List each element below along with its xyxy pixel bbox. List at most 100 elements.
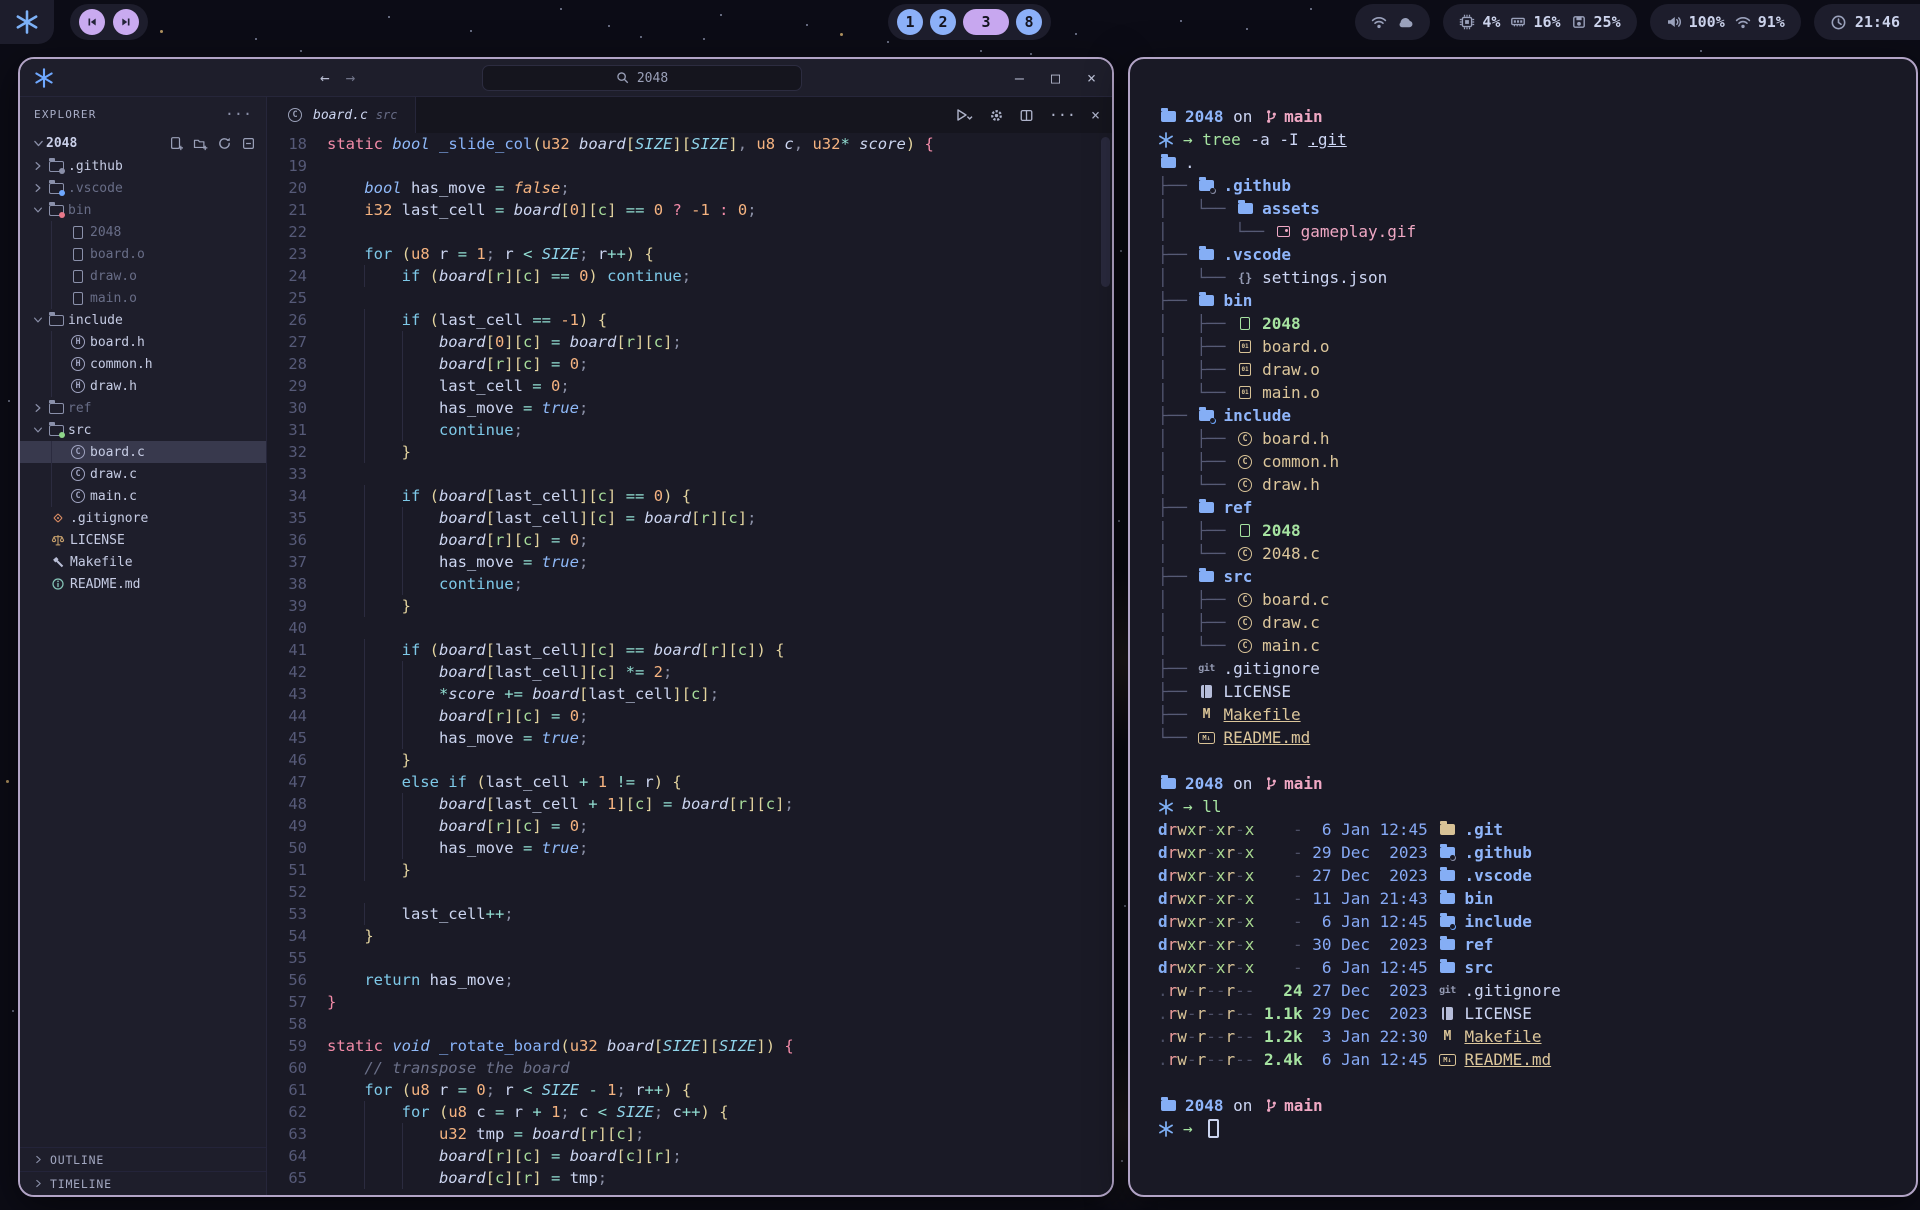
command-center-search[interactable]: 2048 (482, 65, 802, 91)
media-next-button[interactable] (113, 9, 139, 35)
explorer-item-.gitignore[interactable]: .gitignore (20, 507, 266, 529)
minimize-button[interactable]: – (1015, 69, 1024, 87)
ll-date: 6 Jan 12:45 (1312, 958, 1437, 977)
explorer-item-src[interactable]: src (20, 419, 266, 441)
line-number: 56 (267, 969, 307, 991)
explorer-item-.vscode[interactable]: .vscode (20, 177, 266, 199)
binary-icon: 01 (1235, 339, 1255, 355)
ll-size: 1.2k (1254, 1027, 1312, 1046)
new-file-icon[interactable] (169, 136, 184, 151)
code-line-31: 31 continue; (267, 419, 1112, 441)
level-wifi: 91% (1735, 13, 1785, 31)
run-file-icon[interactable] (954, 107, 974, 123)
line-number: 53 (267, 903, 307, 925)
prev-track-icon (85, 15, 99, 29)
explorer-item-include[interactable]: include (20, 309, 266, 331)
folder-icon (1235, 201, 1255, 217)
ll-size: - (1254, 866, 1312, 885)
gitignore-icon (51, 511, 65, 525)
code-text: for (u8 r = 1; r < SIZE; r++) { (327, 243, 654, 265)
prompt-snowflake-icon (1158, 1121, 1174, 1137)
line-number: 42 (267, 661, 307, 683)
media-prev-button[interactable] (79, 9, 105, 35)
explorer-item-ref[interactable]: ref (20, 397, 266, 419)
gear-icon[interactable] (989, 108, 1004, 123)
explorer-item-LICENSE[interactable]: LICENSE (20, 529, 266, 551)
tab-board.c[interactable]: C board.c src (267, 97, 416, 133)
next-track-icon (119, 15, 133, 29)
ll-row-.gitignore: .rw-r--r-- 24 27 Dec 2023 git.gitignore (1158, 979, 1898, 1002)
editor-scrollbar[interactable] (1101, 137, 1110, 287)
code-line-61: 61 for (u8 r = 0; r < SIZE - 1; r++) { (267, 1079, 1112, 1101)
workspace-8-button[interactable]: 8 (1016, 9, 1042, 35)
tree-entry-label: bin (1224, 291, 1253, 310)
explorer-item-README.md[interactable]: README.md (20, 573, 266, 595)
collapse-folders-icon[interactable] (241, 136, 256, 151)
chevron-right-icon (30, 1152, 46, 1168)
tree-row-README.md: └── M↓README.md (1158, 726, 1898, 749)
line-number: 20 (267, 177, 307, 199)
code-text: } (327, 441, 411, 463)
refresh-icon[interactable] (217, 136, 232, 151)
tree-entry-label: .github (1224, 176, 1291, 195)
level-wifi-value: 91% (1758, 13, 1785, 31)
explorer-item-main.o[interactable]: main.o (20, 287, 266, 309)
code-line-21: 21 i32 last_cell = board[0][c] == 0 ? -1… (267, 199, 1112, 221)
git-branch-icon (1264, 776, 1279, 791)
binary-icon: 01 (1235, 362, 1255, 378)
ll-date: 30 Dec 2023 (1312, 935, 1437, 954)
search-value: 2048 (637, 71, 668, 86)
ll-permissions: .rw-r--r-- (1158, 981, 1254, 1000)
explorer-item-label: src (68, 423, 91, 438)
code-text: } (327, 749, 411, 771)
line-number: 40 (267, 617, 307, 639)
explorer-more-actions-icon[interactable]: ··· (225, 105, 252, 123)
workspace-1-button[interactable]: 1 (897, 9, 923, 35)
explorer-item-main.c[interactable]: Cmain.c (20, 485, 266, 507)
sidebar-panel-timeline[interactable]: TIMELINE (20, 1171, 266, 1195)
stat-ram-value: 16% (1533, 13, 1560, 31)
new-folder-icon[interactable] (193, 136, 208, 151)
tree-entry-label: .gitignore (1224, 659, 1320, 678)
close-editor-icon[interactable]: × (1091, 106, 1100, 124)
tree-row-board.c: │ ├── Cboard.c (1158, 588, 1898, 611)
explorer-root-folder[interactable]: 2048 (20, 131, 266, 155)
explorer-item-bin[interactable]: bin (20, 199, 266, 221)
launcher-button[interactable] (0, 0, 54, 44)
more-actions-icon[interactable]: ··· (1049, 106, 1076, 124)
code-text: *score += board[last_cell][c]; (327, 683, 719, 705)
ll-row-Makefile: .rw-r--r-- 1.2k 3 Jan 22:30 MMakefile (1158, 1025, 1898, 1048)
terminal-prompt-line: 2048 on main (1158, 1094, 1898, 1117)
workspace-3-button[interactable]: 3 (963, 9, 1009, 35)
workspace-2-button[interactable]: 2 (930, 9, 956, 35)
line-number: 38 (267, 573, 307, 595)
explorer-item-draw.h[interactable]: Hdraw.h (20, 375, 266, 397)
explorer-item-board.c[interactable]: Cboard.c (20, 441, 266, 463)
code-text: board[last_cell][c] *= 2; (327, 661, 672, 683)
split-editor-icon[interactable] (1019, 108, 1034, 123)
explorer-item-Makefile[interactable]: Makefile (20, 551, 266, 573)
explorer-item-draw.c[interactable]: Cdraw.c (20, 463, 266, 485)
explorer-item-board.h[interactable]: Hboard.h (20, 331, 266, 353)
tree-entry-label: 2048.c (1262, 544, 1320, 563)
vscode-titlebar[interactable]: ← → 2048 – □ × (20, 59, 1112, 97)
explorer-item-.github[interactable]: .github (20, 155, 266, 177)
history-back-button[interactable]: ← (320, 68, 330, 87)
code-editor[interactable]: 18static bool _slide_col(u32 board[SIZE]… (267, 133, 1112, 1195)
ll-permissions: .rw-r--r-- (1158, 1027, 1254, 1046)
close-button[interactable]: × (1087, 69, 1096, 87)
terminal-window[interactable]: 2048 on main→ tree -a -I .git.├── .githu… (1128, 57, 1918, 1197)
ll-row-LICENSE: .rw-r--r-- 1.1k 29 Dec 2023 LICENSE (1158, 1002, 1898, 1025)
chevron-down-icon (30, 422, 46, 438)
maximize-button[interactable]: □ (1051, 69, 1060, 87)
explorer-item-common.h[interactable]: Hcommon.h (20, 353, 266, 375)
stat-disk-value: 25% (1594, 13, 1621, 31)
history-forward-button[interactable]: → (346, 68, 356, 87)
explorer-item-board.o[interactable]: board.o (20, 243, 266, 265)
explorer-item-2048[interactable]: 2048 (20, 221, 266, 243)
sidebar-panel-outline[interactable]: OUTLINE (20, 1147, 266, 1171)
folder-icon (1437, 960, 1457, 976)
code-text: if (last_cell == -1) { (327, 309, 607, 331)
explorer-item-draw.o[interactable]: draw.o (20, 265, 266, 287)
code-text: static bool _slide_col(u32 board[SIZE][S… (327, 133, 934, 155)
